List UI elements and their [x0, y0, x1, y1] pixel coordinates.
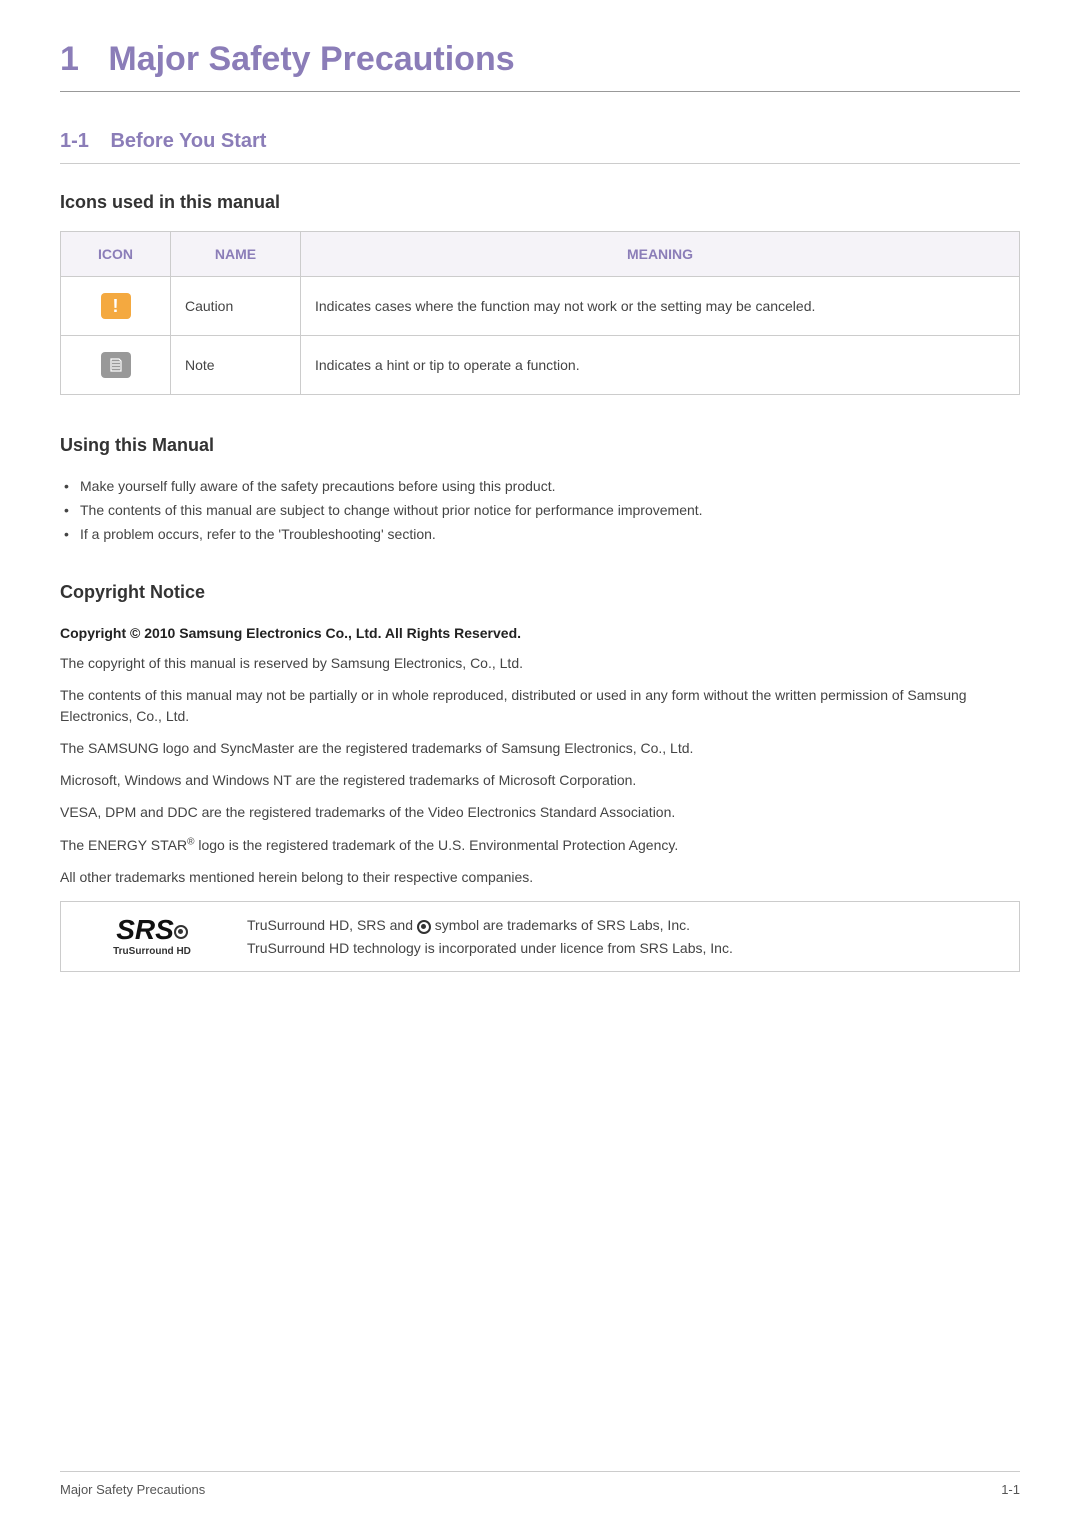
- list-item: Make yourself fully aware of the safety …: [60, 474, 1020, 498]
- using-manual-list: Make yourself fully aware of the safety …: [60, 474, 1020, 546]
- copyright-paragraph: The SAMSUNG logo and SyncMaster are the …: [60, 738, 1020, 758]
- srs-logo-subtext: TruSurround HD: [77, 946, 227, 957]
- table-row: Note Indicates a hint or tip to operate …: [61, 336, 1020, 395]
- srs-logo: SRS TruSurround HD: [77, 916, 247, 957]
- srs-trademark-box: SRS TruSurround HD TruSurround HD, SRS a…: [60, 901, 1020, 972]
- copyright-paragraph: All other trademarks mentioned herein be…: [60, 867, 1020, 887]
- section-number: 1-1: [60, 130, 89, 152]
- footer-right: 1-1: [1001, 1482, 1020, 1497]
- copyright-paragraph: Microsoft, Windows and Windows NT are th…: [60, 770, 1020, 790]
- subsection-using-manual: Using this Manual: [60, 435, 1020, 456]
- copyright-paragraph: The contents of this manual may not be p…: [60, 685, 1020, 726]
- copyright-bold-line: Copyright © 2010 Samsung Electronics Co.…: [60, 625, 1020, 641]
- chapter-number: 1: [60, 40, 79, 78]
- srs-logo-text: SRS: [77, 916, 227, 944]
- cell-meaning: Indicates cases where the function may n…: [301, 277, 1020, 336]
- chapter-title-text: Major Safety Precautions: [108, 40, 514, 78]
- srs-line-2: TruSurround HD technology is incorporate…: [247, 937, 733, 959]
- subsection-icons-used: Icons used in this manual: [60, 192, 1020, 213]
- page-footer: Major Safety Precautions 1-1: [60, 1471, 1020, 1497]
- srs-line-1: TruSurround HD, SRS and symbol are trade…: [247, 914, 733, 936]
- srs-text: TruSurround HD, SRS and symbol are trade…: [247, 914, 733, 959]
- table-row: ! Caution Indicates cases where the func…: [61, 277, 1020, 336]
- copyright-paragraph: The ENERGY STAR® logo is the registered …: [60, 835, 1020, 855]
- list-item: The contents of this manual are subject …: [60, 498, 1020, 522]
- footer-left: Major Safety Precautions: [60, 1482, 205, 1497]
- chapter-title: 1 Major Safety Precautions: [60, 40, 1020, 92]
- srs-circle-icon: [174, 925, 188, 939]
- th-meaning: MEANING: [301, 232, 1020, 277]
- srs-circle-icon: [417, 920, 431, 934]
- copyright-paragraph: The copyright of this manual is reserved…: [60, 653, 1020, 673]
- subsection-copyright: Copyright Notice: [60, 582, 1020, 603]
- cell-meaning: Indicates a hint or tip to operate a fun…: [301, 336, 1020, 395]
- cell-icon: !: [61, 277, 171, 336]
- th-name: NAME: [171, 232, 301, 277]
- cell-icon: [61, 336, 171, 395]
- caution-icon: !: [101, 293, 131, 319]
- icon-table: ICON NAME MEANING ! Caution Indicates ca…: [60, 231, 1020, 395]
- note-icon: [101, 352, 131, 378]
- list-item: If a problem occurs, refer to the 'Troub…: [60, 522, 1020, 546]
- copyright-paragraph: VESA, DPM and DDC are the registered tra…: [60, 802, 1020, 822]
- cell-name: Caution: [171, 277, 301, 336]
- section-title-text: Before You Start: [110, 130, 266, 152]
- th-icon: ICON: [61, 232, 171, 277]
- section-title: 1-1 Before You Start: [60, 130, 1020, 164]
- cell-name: Note: [171, 336, 301, 395]
